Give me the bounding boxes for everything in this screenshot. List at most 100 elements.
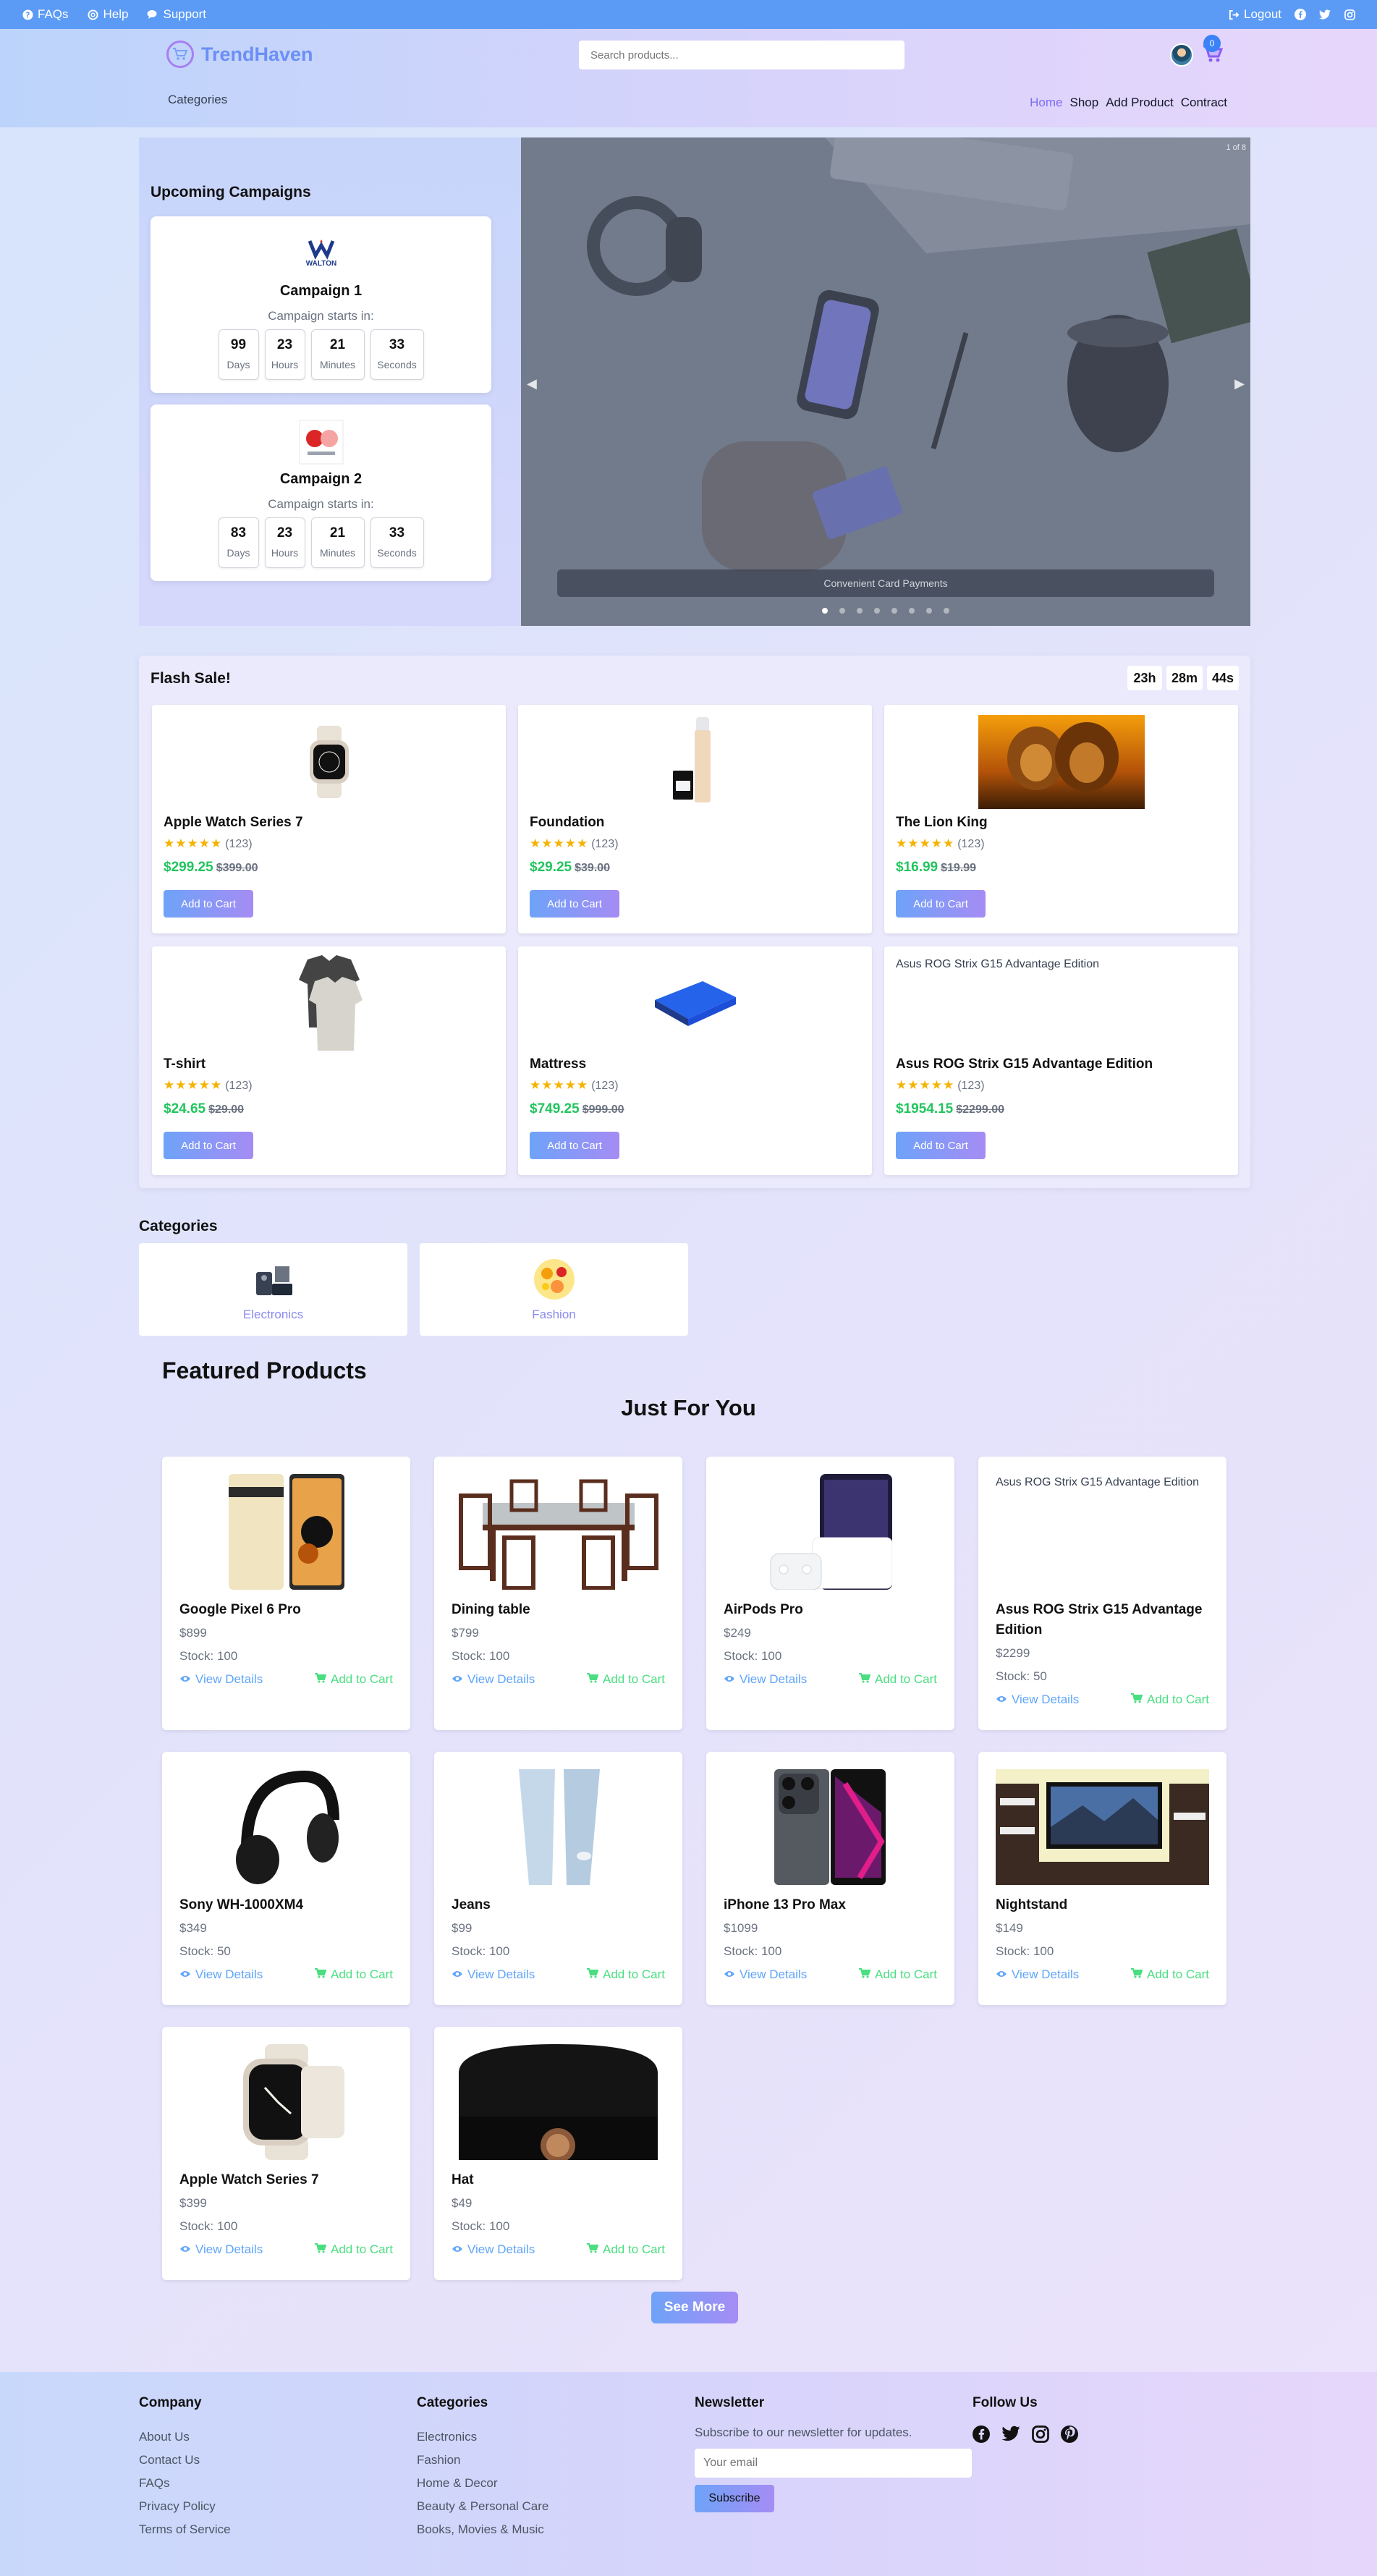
hero-carousel[interactable]: 1 of 8 ◀ ▶ Convenient Card Payments [521, 137, 1250, 626]
product-name: Nightstand [996, 1897, 1068, 1912]
view-details-link[interactable]: View Details [179, 2242, 263, 2257]
footer-link[interactable]: Contact Us [139, 2449, 231, 2472]
carousel-dot[interactable] [874, 608, 880, 614]
add-to-cart-button[interactable]: Add to Cart [896, 1132, 986, 1159]
product-card[interactable]: Sony WH-1000XM4 $349 Stock: 50 View Deta… [162, 1752, 410, 2005]
campaign-card[interactable]: WALTON Campaign 1 Campaign starts in: 99… [151, 216, 491, 393]
carousel-next-icon[interactable]: ▶ [1234, 376, 1245, 391]
footer-link[interactable]: Terms of Service [139, 2518, 231, 2541]
add-to-cart-button[interactable]: Add to Cart [164, 890, 253, 918]
carousel-dot[interactable] [891, 608, 897, 614]
countdown: 83 Days 23 Hours 21 Minutes 33 Seconds [151, 517, 491, 568]
add-to-cart-link[interactable]: Add to Cart [315, 1672, 393, 1687]
product-card[interactable]: Hat $49 Stock: 100 View Details Add to C… [434, 2027, 682, 2280]
footer-link[interactable]: About Us [139, 2425, 231, 2449]
timer-seconds: 44s [1207, 666, 1239, 690]
facebook-icon[interactable] [1295, 9, 1306, 20]
support-link[interactable]: Support [147, 7, 206, 22]
help-link[interactable]: Help [88, 7, 128, 22]
view-details-link[interactable]: View Details [724, 1672, 807, 1687]
footer-link[interactable]: Fashion [417, 2449, 548, 2472]
categories-menu[interactable]: Categories [168, 93, 227, 107]
campaign-card[interactable]: Campaign 2 Campaign starts in: 83 Days 23… [151, 404, 491, 581]
footer-link[interactable]: FAQs [139, 2472, 231, 2495]
brand-logo[interactable]: TrendHaven [166, 41, 313, 68]
footer-link[interactable]: Beauty & Personal Care [417, 2495, 548, 2518]
facebook-icon[interactable] [973, 2425, 990, 2446]
flash-product-card[interactable]: The Lion King ★★★★★ (123) $16.99 $19.99 Ad… [884, 705, 1238, 933]
product-stock: Stock: 100 [452, 2219, 510, 2233]
footer-link[interactable]: Privacy Policy [139, 2495, 231, 2518]
nav-contract[interactable]: Contract [1181, 96, 1227, 110]
faqs-link[interactable]: ? FAQs [22, 7, 69, 22]
product-name: iPhone 13 Pro Max [724, 1897, 846, 1912]
add-to-cart-link[interactable]: Add to Cart [315, 1967, 393, 1982]
flash-product-card[interactable]: Mattress ★★★★★ (123) $749.25 $999.00 Add t… [518, 946, 872, 1175]
product-card[interactable]: AirPods Pro $249 Stock: 100 View Details… [706, 1457, 954, 1730]
category-card-fashion[interactable]: Fashion [420, 1243, 688, 1336]
add-to-cart-link[interactable]: Add to Cart [1131, 1967, 1209, 1982]
search-input[interactable] [579, 41, 904, 69]
product-card[interactable]: Apple Watch Series 7 $399 Stock: 100 Vie… [162, 2027, 410, 2280]
see-more-button[interactable]: See More [651, 2292, 738, 2323]
flash-product-card[interactable]: Asus ROG Strix G15 Advantage Edition Asu… [884, 946, 1238, 1175]
newsletter-email-input[interactable] [695, 2449, 972, 2478]
product-card[interactable]: Google Pixel 6 Pro $899 Stock: 100 View … [162, 1457, 410, 1730]
add-to-cart-link[interactable]: Add to Cart [859, 1967, 937, 1982]
add-to-cart-link[interactable]: Add to Cart [587, 1672, 665, 1687]
flash-product-card[interactable]: Apple Watch Series 7 ★★★★★ (123) $299.25 $… [152, 705, 506, 933]
add-to-cart-link[interactable]: Add to Cart [315, 2242, 393, 2257]
carousel-dot[interactable] [944, 608, 949, 614]
view-details-link[interactable]: View Details [996, 1967, 1079, 1982]
eye-icon [724, 1967, 735, 1982]
logout-link[interactable]: Logout [1228, 7, 1281, 22]
add-to-cart-link[interactable]: Add to Cart [587, 2242, 665, 2257]
view-details-link[interactable]: View Details [452, 1967, 535, 1982]
instagram-icon[interactable] [1032, 2425, 1049, 2446]
pinterest-icon[interactable] [1061, 2425, 1078, 2446]
view-details-link[interactable]: View Details [996, 1692, 1079, 1707]
carousel-dot[interactable] [926, 608, 932, 614]
carousel-dot[interactable] [839, 608, 845, 614]
faqs-label: FAQs [38, 7, 69, 21]
product-price: $799 [452, 1626, 479, 1640]
add-to-cart-link[interactable]: Add to Cart [859, 1672, 937, 1687]
flash-product-card[interactable]: T-shirt ★★★★★ (123) $24.65 $29.00 Add to C… [152, 946, 506, 1175]
jeans-image [452, 1769, 665, 1885]
product-card[interactable]: iPhone 13 Pro Max $1099 Stock: 100 View … [706, 1752, 954, 2005]
product-card[interactable]: Nightstand $149 Stock: 100 View Details … [978, 1752, 1226, 2005]
category-card-electronics[interactable]: Electronics [139, 1243, 407, 1336]
add-to-cart-button[interactable]: Add to Cart [530, 1132, 619, 1159]
footer-link[interactable]: Books, Movies & Music [417, 2518, 548, 2541]
add-to-cart-link[interactable]: Add to Cart [587, 1967, 665, 1982]
nav-shop[interactable]: Shop [1069, 96, 1098, 110]
view-details-link[interactable]: View Details [452, 2242, 535, 2257]
instagram-icon[interactable] [1344, 9, 1355, 20]
twitter-icon[interactable] [1001, 2425, 1020, 2446]
add-to-cart-button[interactable]: Add to Cart [164, 1132, 253, 1159]
carousel-dot[interactable] [857, 608, 863, 614]
carousel-dot[interactable] [822, 608, 828, 614]
subscribe-button[interactable]: Subscribe [695, 2485, 774, 2512]
add-to-cart-link[interactable]: Add to Cart [1131, 1692, 1209, 1707]
footer-link[interactable]: Home & Decor [417, 2472, 548, 2495]
product-card[interactable]: Jeans $99 Stock: 100 View Details Add to… [434, 1752, 682, 2005]
footer-link[interactable]: Electronics [417, 2425, 548, 2449]
hat-image [452, 2044, 665, 2160]
twitter-icon[interactable] [1319, 9, 1331, 20]
carousel-prev-icon[interactable]: ◀ [527, 376, 537, 391]
nav-add-product[interactable]: Add Product [1106, 96, 1174, 110]
eye-icon [996, 1692, 1007, 1707]
nav-home[interactable]: Home [1030, 96, 1062, 110]
flash-product-card[interactable]: Foundation ★★★★★ (123) $29.25 $39.00 Add t… [518, 705, 872, 933]
product-card[interactable]: Asus ROG Strix G15 Advantage Edition Asu… [978, 1457, 1226, 1730]
add-to-cart-button[interactable]: Add to Cart [530, 890, 619, 918]
view-details-link[interactable]: View Details [179, 1672, 263, 1687]
view-details-link[interactable]: View Details [724, 1967, 807, 1982]
view-details-link[interactable]: View Details [452, 1672, 535, 1687]
product-card[interactable]: Dining table $799 Stock: 100 View Detail… [434, 1457, 682, 1730]
add-to-cart-button[interactable]: Add to Cart [896, 890, 986, 918]
avatar[interactable] [1170, 43, 1193, 67]
carousel-dot[interactable] [909, 608, 915, 614]
view-details-link[interactable]: View Details [179, 1967, 263, 1982]
